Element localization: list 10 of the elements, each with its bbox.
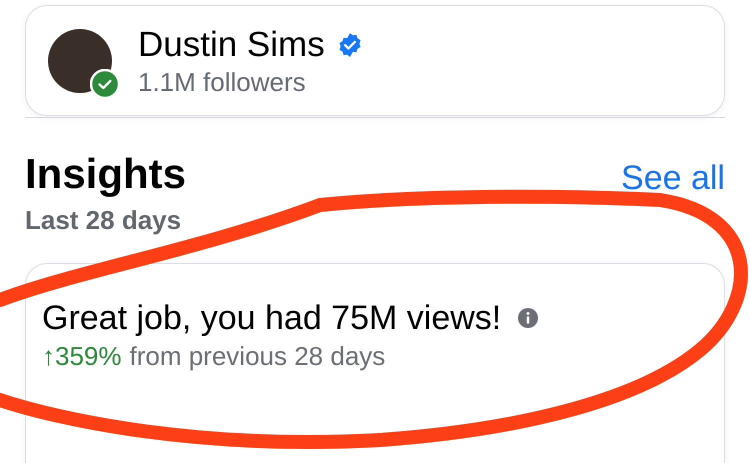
see-all-link[interactable]: See all: [621, 158, 725, 198]
profile-card[interactable]: Dustin Sims 1.1M followers: [25, 5, 725, 116]
follower-count: 1.1M followers: [138, 66, 307, 98]
section-title: Insights: [25, 150, 186, 198]
growth-percentage: ↑359%: [42, 340, 122, 372]
comparison-text: from previous 28 days: [130, 340, 386, 372]
views-headline: Great job, you had 75M views!: [42, 298, 502, 338]
info-icon[interactable]: [517, 307, 540, 329]
profile-name: Dustin Sims: [138, 24, 325, 66]
period-label: Last 28 days: [25, 205, 182, 235]
